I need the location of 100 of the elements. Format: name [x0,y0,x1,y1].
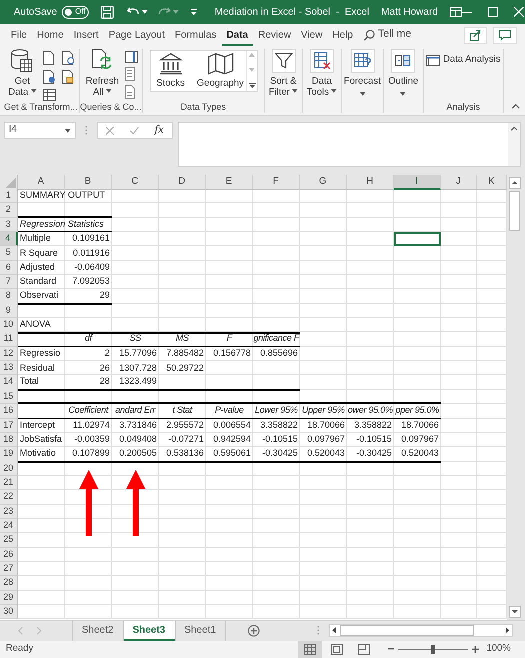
autosave-label: AutoSave [14,6,58,20]
document-icon[interactable] [62,51,74,65]
insert-function-button[interactable]: fx [154,123,164,138]
customize-icon[interactable] [190,8,197,16]
data-analysis-button[interactable]: Data Analysis [426,53,501,68]
list-icon[interactable] [125,67,136,81]
ribbon-tab[interactable]: Page Layout [104,24,170,46]
row-header[interactable]: 14 [0,375,18,391]
geography-button[interactable]: Geography [195,53,246,89]
scrollbar-thumb[interactable] [340,625,474,636]
row-header[interactable]: 22 [0,490,18,505]
ribbon-tab[interactable]: Help [328,24,358,46]
row-header[interactable]: 2 [0,203,18,218]
column-heading: F [226,332,232,346]
cell-value: 2 [104,347,110,360]
cell-value: 0.855696 [260,347,298,360]
ribbon-tab[interactable]: Review [253,24,296,46]
ribbon-tab[interactable]: Insert [68,24,104,46]
row-header[interactable]: 20 [0,462,18,476]
up-arrow [126,470,146,536]
row-header[interactable]: 16 [0,404,18,419]
ribbon-tab[interactable]: File [6,24,32,46]
save-icon[interactable] [100,6,114,18]
row-header[interactable]: 21 [0,476,18,490]
row-header[interactable]: 24 [0,518,18,534]
stocks-button[interactable]: Stocks [154,53,188,89]
row-header[interactable]: 5 [0,246,18,261]
row-header[interactable]: 3 [0,218,18,232]
row-header[interactable]: 4 [0,232,18,246]
name-box[interactable]: I4 [4,122,76,139]
links-icon[interactable] [125,85,136,99]
row-header[interactable]: 1 [0,189,18,204]
row-header[interactable]: 19 [0,447,18,463]
zoom-out-icon[interactable] [388,646,394,652]
ribbon-display-icon[interactable] [450,7,462,17]
scroll-right-icon[interactable] [504,625,512,636]
cell-value: 28 [100,375,110,388]
column-heading: MS [176,332,189,346]
ribbon-tab[interactable]: View [296,24,328,46]
row-header[interactable]: 23 [0,504,18,519]
active-cell[interactable] [394,232,441,246]
ribbon-tab[interactable]: Home [32,24,69,46]
sheet-tab[interactable]: Sheet3 [124,620,176,640]
autosave-toggle[interactable]: Off [62,6,89,18]
collapse-ribbon-icon[interactable] [512,104,520,109]
table-icon[interactable] [42,89,56,101]
maximize-icon[interactable] [488,7,498,17]
row-header[interactable]: 28 [0,576,18,591]
row-header[interactable]: 12 [0,346,18,362]
sheet-icon [354,52,372,70]
column-header[interactable]: I [394,175,441,190]
slider-thumb[interactable] [430,644,435,654]
share-button[interactable] [464,26,487,44]
row-header[interactable]: 11 [0,332,18,347]
properties-icon[interactable] [125,51,138,63]
zoom-in-icon[interactable] [472,646,479,652]
row-header[interactable]: 30 [0,604,18,620]
comments-button[interactable] [493,26,517,44]
get-data-button[interactable]: Get Data [6,49,39,98]
ribbon-tab[interactable]: Data [222,24,254,46]
tell-me-button[interactable]: Tell me [364,27,412,43]
data-tools-button[interactable]: Data Tools [304,49,340,98]
cell-value: 3.731846 [119,418,157,432]
scroll-down-icon[interactable] [508,606,520,618]
more-icon[interactable] [249,83,256,89]
row-header[interactable]: 26 [0,548,18,562]
outline-button[interactable]: Outline [386,49,421,99]
document-icon[interactable] [42,51,55,65]
horizontal-scrollbar[interactable] [329,624,513,637]
formula-field[interactable] [178,122,521,167]
row-header[interactable]: 6 [0,260,18,276]
cell-value: 0.107899 [72,447,110,460]
expand-icon[interactable] [510,127,518,131]
row-header[interactable]: 29 [0,590,18,605]
document-icon[interactable] [42,70,55,84]
zoom-slider[interactable] [398,644,468,654]
scroll-up-icon[interactable] [508,177,520,189]
row-header[interactable]: 7 [0,275,18,290]
sort-filter-button[interactable]: Sort & Filter [266,49,300,98]
row-header[interactable]: 18 [0,432,18,448]
vertical-scrollbar[interactable] [507,175,522,620]
view-button[interactable] [298,640,322,658]
scrollbar-thumb[interactable] [509,191,520,231]
row-header[interactable]: 25 [0,533,18,548]
cell-value: -0.10515 [262,433,298,446]
scroll-left-icon[interactable] [330,625,338,636]
row-header[interactable]: 8 [0,289,18,305]
row-header[interactable]: 17 [0,418,18,433]
close-icon[interactable] [514,7,524,17]
document-icon[interactable] [62,70,74,84]
row-header[interactable]: 13 [0,361,18,376]
forecast-button[interactable]: Forecast [342,49,383,99]
ribbon-tab[interactable]: Formulas [170,24,222,46]
add-sheet-icon[interactable] [248,624,260,636]
search-icon [364,30,376,40]
cell-value: 3.358822 [260,418,298,432]
row-header[interactable]: 27 [0,562,18,576]
refresh-all-button[interactable]: Refresh All [84,49,122,98]
row-header[interactable]: 15 [0,390,18,404]
row-header[interactable]: 9 [0,304,18,318]
